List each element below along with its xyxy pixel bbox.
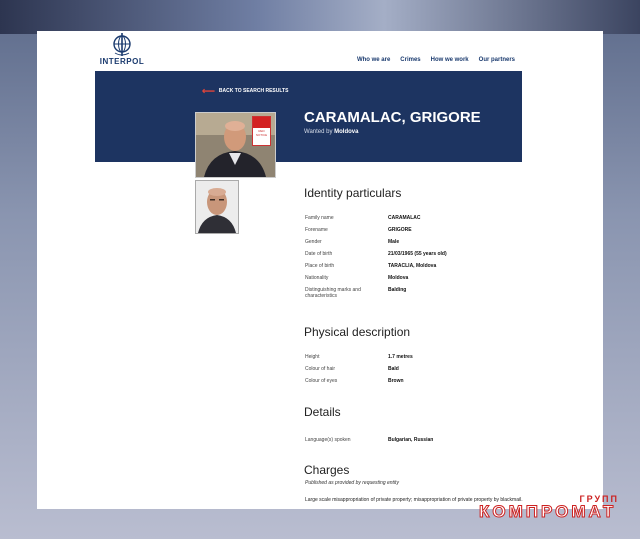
wanted-by: Wanted by Moldova — [304, 129, 358, 135]
secondary-photo[interactable] — [195, 180, 239, 234]
main-menu: Who we are Crimes How we work Our partne… — [357, 57, 515, 63]
watermark-logo: ГРУПП КОМПРОМАТ — [478, 494, 631, 524]
physical-table: Height 1.7 metres Colour of hair Bald Colo… — [305, 354, 413, 390]
identity-row: Date of birth 21/03/1965 (55 years old) — [305, 251, 447, 257]
charges-subtitle: Published as provided by requesting enti… — [305, 480, 399, 486]
identity-row: Family name CARAMALAC — [305, 215, 447, 221]
wanted-by-prefix: Wanted by — [304, 129, 333, 135]
nav-crimes[interactable]: Crimes — [400, 57, 420, 63]
arrow-left-icon: ⟵ — [202, 85, 215, 96]
row-value: 1.7 metres — [388, 354, 413, 360]
row-value: Moldova — [388, 274, 409, 281]
details-heading: Details — [304, 405, 341, 419]
physical-row: Colour of hair Bald — [305, 366, 413, 372]
row-label: Distinguishing marks and characteristics — [305, 286, 361, 300]
row-value: 21/03/1965 (55 years old) — [388, 250, 447, 257]
identity-table: Family name CARAMALAC Forename GRIGORE Gen… — [305, 215, 447, 305]
physical-heading: Physical description — [304, 325, 411, 339]
row-value: GRIGORE — [388, 226, 412, 233]
wanted-by-country: Moldova — [334, 129, 359, 135]
row-label: Family name — [305, 215, 334, 221]
row-value: Male — [388, 238, 400, 245]
row-value: Bald — [388, 365, 399, 372]
identity-row: Distinguishing marks and characteristics… — [305, 287, 447, 300]
row-value: TARACLIA, Moldova — [388, 262, 437, 269]
person-portrait-icon — [196, 181, 238, 233]
background-blur — [0, 0, 640, 34]
row-label: Forename — [305, 226, 328, 233]
row-value: Bulgarian, Russian — [388, 437, 434, 443]
notice-emblem-icon — [253, 117, 270, 128]
watermark-big-text: КОМПРОМАТ — [478, 502, 617, 522]
wanted-person-name: CARAMALAC, GRIGORE — [304, 109, 481, 126]
row-value: Balding — [388, 286, 407, 293]
row-label: Date of birth — [305, 250, 333, 257]
red-notice-badge: RED NOTICE — [252, 116, 271, 146]
logo-text: INTERPOL — [99, 57, 145, 66]
notice-banner: ⟵ BACK TO SEARCH RESULTS CARAMALAC, GRIG… — [95, 71, 522, 162]
interpol-logo[interactable]: INTERPOL — [99, 33, 145, 69]
details-table: Language(s) spoken Bulgarian, Russian — [305, 437, 433, 449]
identity-heading: Identity particulars — [304, 186, 402, 200]
charges-heading: Charges — [304, 463, 350, 477]
row-value: Brown — [388, 377, 404, 384]
row-label: Language(s) spoken — [305, 437, 351, 443]
identity-row: Forename GRIGORE — [305, 227, 447, 233]
physical-row: Colour of eyes Brown — [305, 378, 413, 384]
details-row: Language(s) spoken Bulgarian, Russian — [305, 437, 433, 443]
nav-who-we-are[interactable]: Who we are — [357, 57, 390, 63]
globe-emblem-icon — [113, 33, 131, 56]
main-photo[interactable]: RED NOTICE — [195, 112, 276, 178]
row-label: Nationality — [305, 274, 329, 281]
row-label: Colour of hair — [305, 365, 336, 372]
row-label: Place of birth — [305, 262, 335, 269]
back-to-results-link[interactable]: ⟵ BACK TO SEARCH RESULTS — [202, 85, 289, 96]
notice-line-2: NOTICE — [255, 133, 268, 137]
nav-our-partners[interactable]: Our partners — [479, 57, 515, 63]
browser-page: INTERPOL Who we are Crimes How we work O… — [37, 31, 603, 509]
row-label: Colour of eyes — [305, 377, 338, 384]
physical-row: Height 1.7 metres — [305, 354, 413, 360]
back-label: BACK TO SEARCH RESULTS — [218, 88, 289, 94]
row-value: CARAMALAC — [388, 215, 421, 221]
row-label: Height — [305, 354, 320, 360]
identity-row: Place of birth TARACLIA, Moldova — [305, 263, 447, 269]
nav-how-we-work[interactable]: How we work — [431, 57, 469, 63]
identity-row: Nationality Moldova — [305, 275, 447, 281]
row-label: Gender — [305, 238, 322, 245]
top-nav: INTERPOL Who we are Crimes How we work O… — [37, 31, 603, 71]
identity-row: Gender Male — [305, 239, 447, 245]
